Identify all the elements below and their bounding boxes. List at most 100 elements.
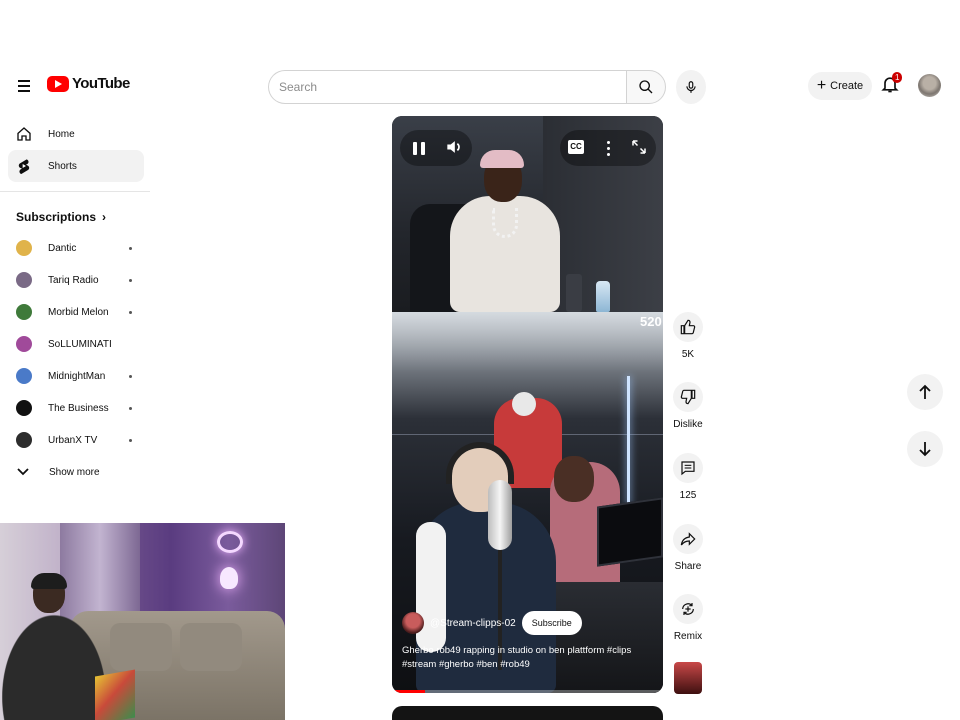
- laptop: [95, 669, 135, 720]
- dislike-action: Dislike: [668, 382, 708, 430]
- fullscreen-button[interactable]: [630, 138, 650, 158]
- water-bottle: [596, 281, 610, 312]
- search-bar: [268, 70, 668, 104]
- show-more-button[interactable]: Show more: [0, 456, 150, 488]
- menu-icon-line: [18, 80, 30, 82]
- new-content-dot: [129, 374, 132, 378]
- channel-avatar: [16, 240, 32, 256]
- subscription-item[interactable]: SoLLUMINATI: [0, 328, 150, 360]
- account-avatar[interactable]: [918, 74, 941, 97]
- sound-thumbnail-action: [668, 662, 708, 694]
- sidebar: Home Shorts Subscriptions › Dantic Tariq…: [0, 118, 150, 488]
- channel-row: @Stream-clipps-02 Subscribe: [402, 611, 582, 635]
- sidebar-item-home[interactable]: Home: [8, 118, 144, 150]
- channel-avatar: [16, 432, 32, 448]
- remix-icon: [682, 603, 694, 615]
- mixing-desk: [542, 582, 663, 693]
- comments-button[interactable]: [673, 453, 703, 483]
- producer-head: [554, 456, 594, 502]
- new-content-dot: [129, 406, 132, 410]
- more-icon: [606, 146, 610, 150]
- subscription-item[interactable]: Morbid Melon: [0, 296, 150, 328]
- remix-button[interactable]: [673, 594, 703, 624]
- more-icon: [606, 152, 610, 156]
- volume-button[interactable]: [444, 137, 466, 159]
- dislike-button[interactable]: [673, 382, 703, 412]
- pause-icon: [421, 141, 425, 155]
- plus-icon: +: [816, 77, 827, 94]
- channel-avatar: [16, 336, 32, 352]
- bottle: [566, 274, 582, 312]
- share-action: Share: [668, 524, 708, 572]
- subscription-item[interactable]: Tariq Radio: [0, 264, 150, 296]
- person-chain: [492, 208, 518, 238]
- subscription-item[interactable]: UrbanX TV: [0, 424, 150, 456]
- subscription-item[interactable]: The Business: [0, 392, 150, 424]
- sidebar-item-shorts[interactable]: Shorts: [8, 150, 144, 182]
- channel-name[interactable]: @Stream-clipps-02: [430, 618, 516, 629]
- next-short-preview[interactable]: [392, 706, 663, 720]
- notification-badge: 1: [892, 72, 903, 83]
- next-short-button[interactable]: [907, 431, 943, 467]
- search-button[interactable]: [626, 70, 666, 104]
- progress-fill: [392, 690, 425, 693]
- subscription-item[interactable]: MidnightMan: [0, 360, 150, 392]
- more-options-button[interactable]: [600, 138, 616, 158]
- shorts-icon: [15, 157, 33, 175]
- comment-icon: [681, 461, 695, 476]
- subscribe-button[interactable]: Subscribe: [521, 611, 582, 635]
- subscription-label: Tariq Radio: [48, 274, 99, 286]
- subscriptions-header[interactable]: Subscriptions ›: [0, 202, 150, 232]
- more-icon: [606, 140, 610, 144]
- share-button[interactable]: [673, 524, 703, 554]
- overlay-number: 520: [640, 314, 662, 329]
- comments-count: 125: [679, 490, 697, 501]
- subscription-label: MidnightMan: [48, 370, 106, 382]
- sidebar-item-label: Home: [48, 128, 75, 140]
- divider: [0, 191, 150, 192]
- search-input[interactable]: [268, 70, 626, 104]
- new-content-dot: [129, 246, 132, 250]
- channel-avatar[interactable]: [402, 612, 424, 634]
- comments-action: 125: [668, 453, 708, 501]
- previous-short-button[interactable]: [907, 374, 943, 410]
- arrow-up-icon: [919, 384, 931, 399]
- like-button[interactable]: [673, 312, 703, 342]
- subscription-label: Morbid Melon: [48, 306, 109, 318]
- chevron-down-icon: [17, 468, 29, 476]
- create-button[interactable]: + Create: [808, 72, 872, 100]
- new-content-dot: [129, 278, 132, 282]
- arrow-down-icon: [919, 442, 931, 457]
- dislike-label: Dislike: [673, 419, 703, 430]
- pause-icon: [413, 141, 417, 155]
- share-icon: [680, 532, 696, 546]
- channel-avatar: [16, 368, 32, 384]
- video-caption[interactable]: Gherbo rob49 rapping in studio on ben pl…: [402, 644, 652, 672]
- sidebar-item-label: Shorts: [48, 160, 77, 172]
- volume-icon: [447, 141, 460, 153]
- top-bar: YouTube + Create 1: [0, 64, 960, 108]
- microphone-icon: [686, 81, 696, 93]
- voice-search-button[interactable]: [676, 70, 706, 104]
- youtube-play-icon: [47, 75, 69, 92]
- subscription-label: The Business: [48, 402, 109, 414]
- subscription-item[interactable]: Dantic: [0, 232, 150, 264]
- subscriptions-title: Subscriptions: [16, 210, 97, 224]
- subscription-label: SoLLUMINATI: [48, 338, 112, 350]
- youtube-logo[interactable]: YouTube: [47, 75, 130, 92]
- menu-icon-line: [18, 90, 30, 92]
- like-action: 5K: [668, 312, 708, 360]
- notifications-button[interactable]: 1: [880, 72, 904, 98]
- progress-bar[interactable]: [392, 690, 663, 693]
- remix-action: Remix: [668, 594, 708, 642]
- sound-thumbnail[interactable]: [674, 662, 702, 694]
- pause-button[interactable]: [408, 137, 430, 159]
- menu-button[interactable]: [10, 72, 38, 100]
- thumbs-down-icon: [680, 389, 696, 405]
- captions-button[interactable]: CC: [568, 140, 584, 154]
- remix-label: Remix: [673, 631, 703, 642]
- light-glow: [392, 312, 663, 372]
- shorts-video-player[interactable]: CC 520 @Stream-clipps-02 Subscribe Gherb…: [392, 116, 663, 693]
- like-count: 5K: [681, 349, 695, 360]
- neon-alien-light: [220, 567, 238, 589]
